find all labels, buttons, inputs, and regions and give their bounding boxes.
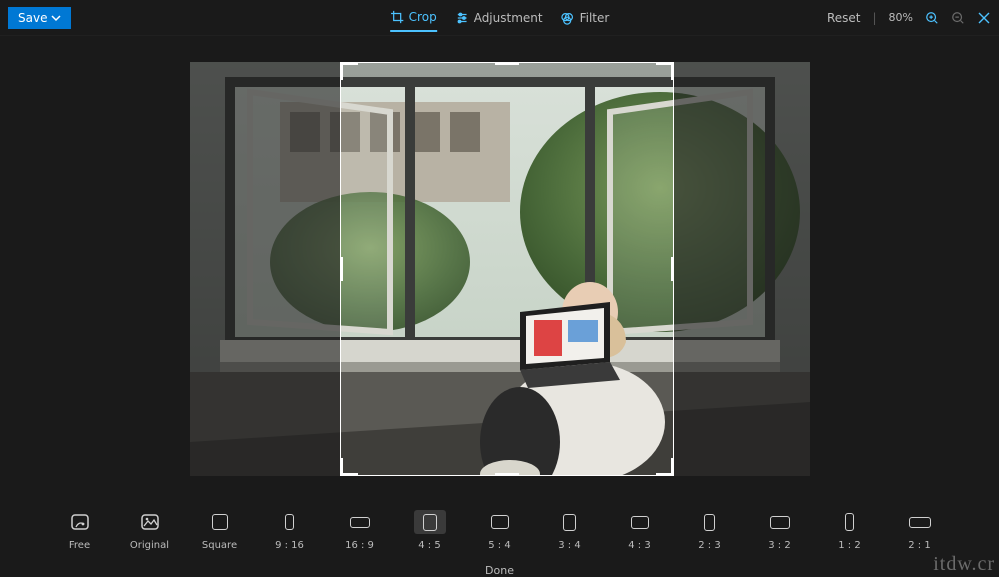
ratio-label: 1 : 2 — [838, 540, 860, 551]
crop-icon — [390, 10, 404, 24]
ratio-label: Square — [202, 540, 237, 551]
ratio-label: 16 : 9 — [345, 540, 374, 551]
ratio-label: 2 : 1 — [908, 540, 930, 551]
ratio-3-2[interactable]: 3 : 2 — [760, 510, 800, 562]
close-icon — [977, 11, 991, 25]
editor-canvas — [0, 36, 999, 502]
ratio-icon — [64, 510, 96, 534]
toolbar-right: Reset | 80% — [823, 11, 991, 25]
ratio-icon — [904, 510, 936, 534]
ratio-4-3[interactable]: 4 : 3 — [620, 510, 660, 562]
zoom-percentage: 80% — [889, 11, 913, 24]
ratio-icon — [204, 510, 236, 534]
zoom-out-icon — [951, 11, 965, 25]
ratio-9-16[interactable]: 9 : 16 — [270, 510, 310, 562]
save-button[interactable]: Save — [8, 7, 71, 29]
tab-adjustment[interactable]: Adjustment — [455, 5, 543, 31]
ratio-icon — [694, 510, 726, 534]
close-button[interactable] — [977, 11, 991, 25]
ratio-1-2[interactable]: 1 : 2 — [830, 510, 870, 562]
ratio-label: Original — [130, 540, 169, 551]
done-button[interactable]: Done — [0, 562, 999, 577]
ratio-free[interactable]: Free — [60, 510, 100, 562]
ratio-label: 9 : 16 — [275, 540, 304, 551]
ratio-label: 2 : 3 — [698, 540, 720, 551]
ratio-16-9[interactable]: 16 : 9 — [340, 510, 380, 562]
tab-label: Crop — [409, 10, 437, 24]
ratio-2-1[interactable]: 2 : 1 — [900, 510, 940, 562]
save-label: Save — [18, 11, 47, 25]
aspect-ratio-bar: Free Original Square 9 : 16 16 : 9 4 : 5 5 : 4… — [0, 502, 999, 562]
ratio-icon — [274, 510, 306, 534]
ratio-icon — [624, 510, 656, 534]
photo-container[interactable] — [190, 62, 810, 476]
chevron-down-icon — [51, 13, 61, 23]
tab-crop[interactable]: Crop — [390, 4, 437, 32]
ratio-label: 5 : 4 — [488, 540, 510, 551]
ratio-label: 4 : 5 — [418, 540, 440, 551]
ratio-label: 3 : 2 — [768, 540, 790, 551]
reset-label: Reset — [827, 11, 861, 25]
crop-dim-right — [674, 62, 810, 476]
ratio-2-3[interactable]: 2 : 3 — [690, 510, 730, 562]
tab-label: Adjustment — [474, 11, 543, 25]
crop-dim-left — [190, 62, 340, 476]
ratio-icon — [834, 510, 866, 534]
ratio-icon — [344, 510, 376, 534]
top-toolbar: Save Crop Adjustment Filter Reset | 80% — [0, 0, 999, 36]
ratio-label: 3 : 4 — [558, 540, 580, 551]
ratio-icon — [484, 510, 516, 534]
zoom-out-button[interactable] — [951, 11, 965, 25]
adjustment-icon — [455, 11, 469, 25]
ratio-5-4[interactable]: 5 : 4 — [480, 510, 520, 562]
ratio-label: Free — [69, 540, 90, 551]
tab-filter[interactable]: Filter — [561, 5, 610, 31]
separator: | — [873, 11, 877, 25]
ratio-label: 4 : 3 — [628, 540, 650, 551]
ratio-icon — [554, 510, 586, 534]
ratio-icon — [414, 510, 446, 534]
ratio-square[interactable]: Square — [200, 510, 240, 562]
tool-tabs: Crop Adjustment Filter — [390, 4, 610, 32]
zoom-in-icon — [925, 11, 939, 25]
ratio-original[interactable]: Original — [130, 510, 170, 562]
ratio-3-4[interactable]: 3 : 4 — [550, 510, 590, 562]
ratio-4-5[interactable]: 4 : 5 — [410, 510, 450, 562]
tab-label: Filter — [580, 11, 610, 25]
filter-icon — [561, 11, 575, 25]
reset-button[interactable]: Reset — [823, 11, 861, 25]
ratio-icon — [764, 510, 796, 534]
zoom-in-button[interactable] — [925, 11, 939, 25]
ratio-icon — [134, 510, 166, 534]
